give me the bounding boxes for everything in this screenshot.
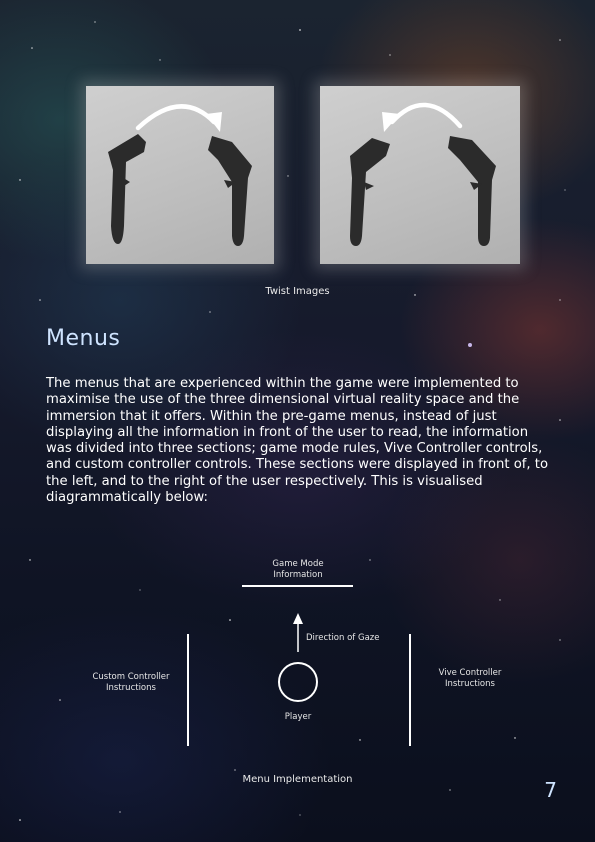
left-menu-label: Custom Controller Instructions [92,672,170,693]
diagram-caption: Menu Implementation [242,774,353,785]
right-menu-label: Vive Controller Instructions [438,668,502,689]
page-number: 7 [544,778,557,802]
gaze-arrow-head-icon [293,613,303,624]
front-menu-label: Game Mode Information [272,559,324,580]
player-circle [278,662,318,702]
gaze-label: Direction of Gaze [306,633,380,643]
player-label: Player [284,712,312,722]
